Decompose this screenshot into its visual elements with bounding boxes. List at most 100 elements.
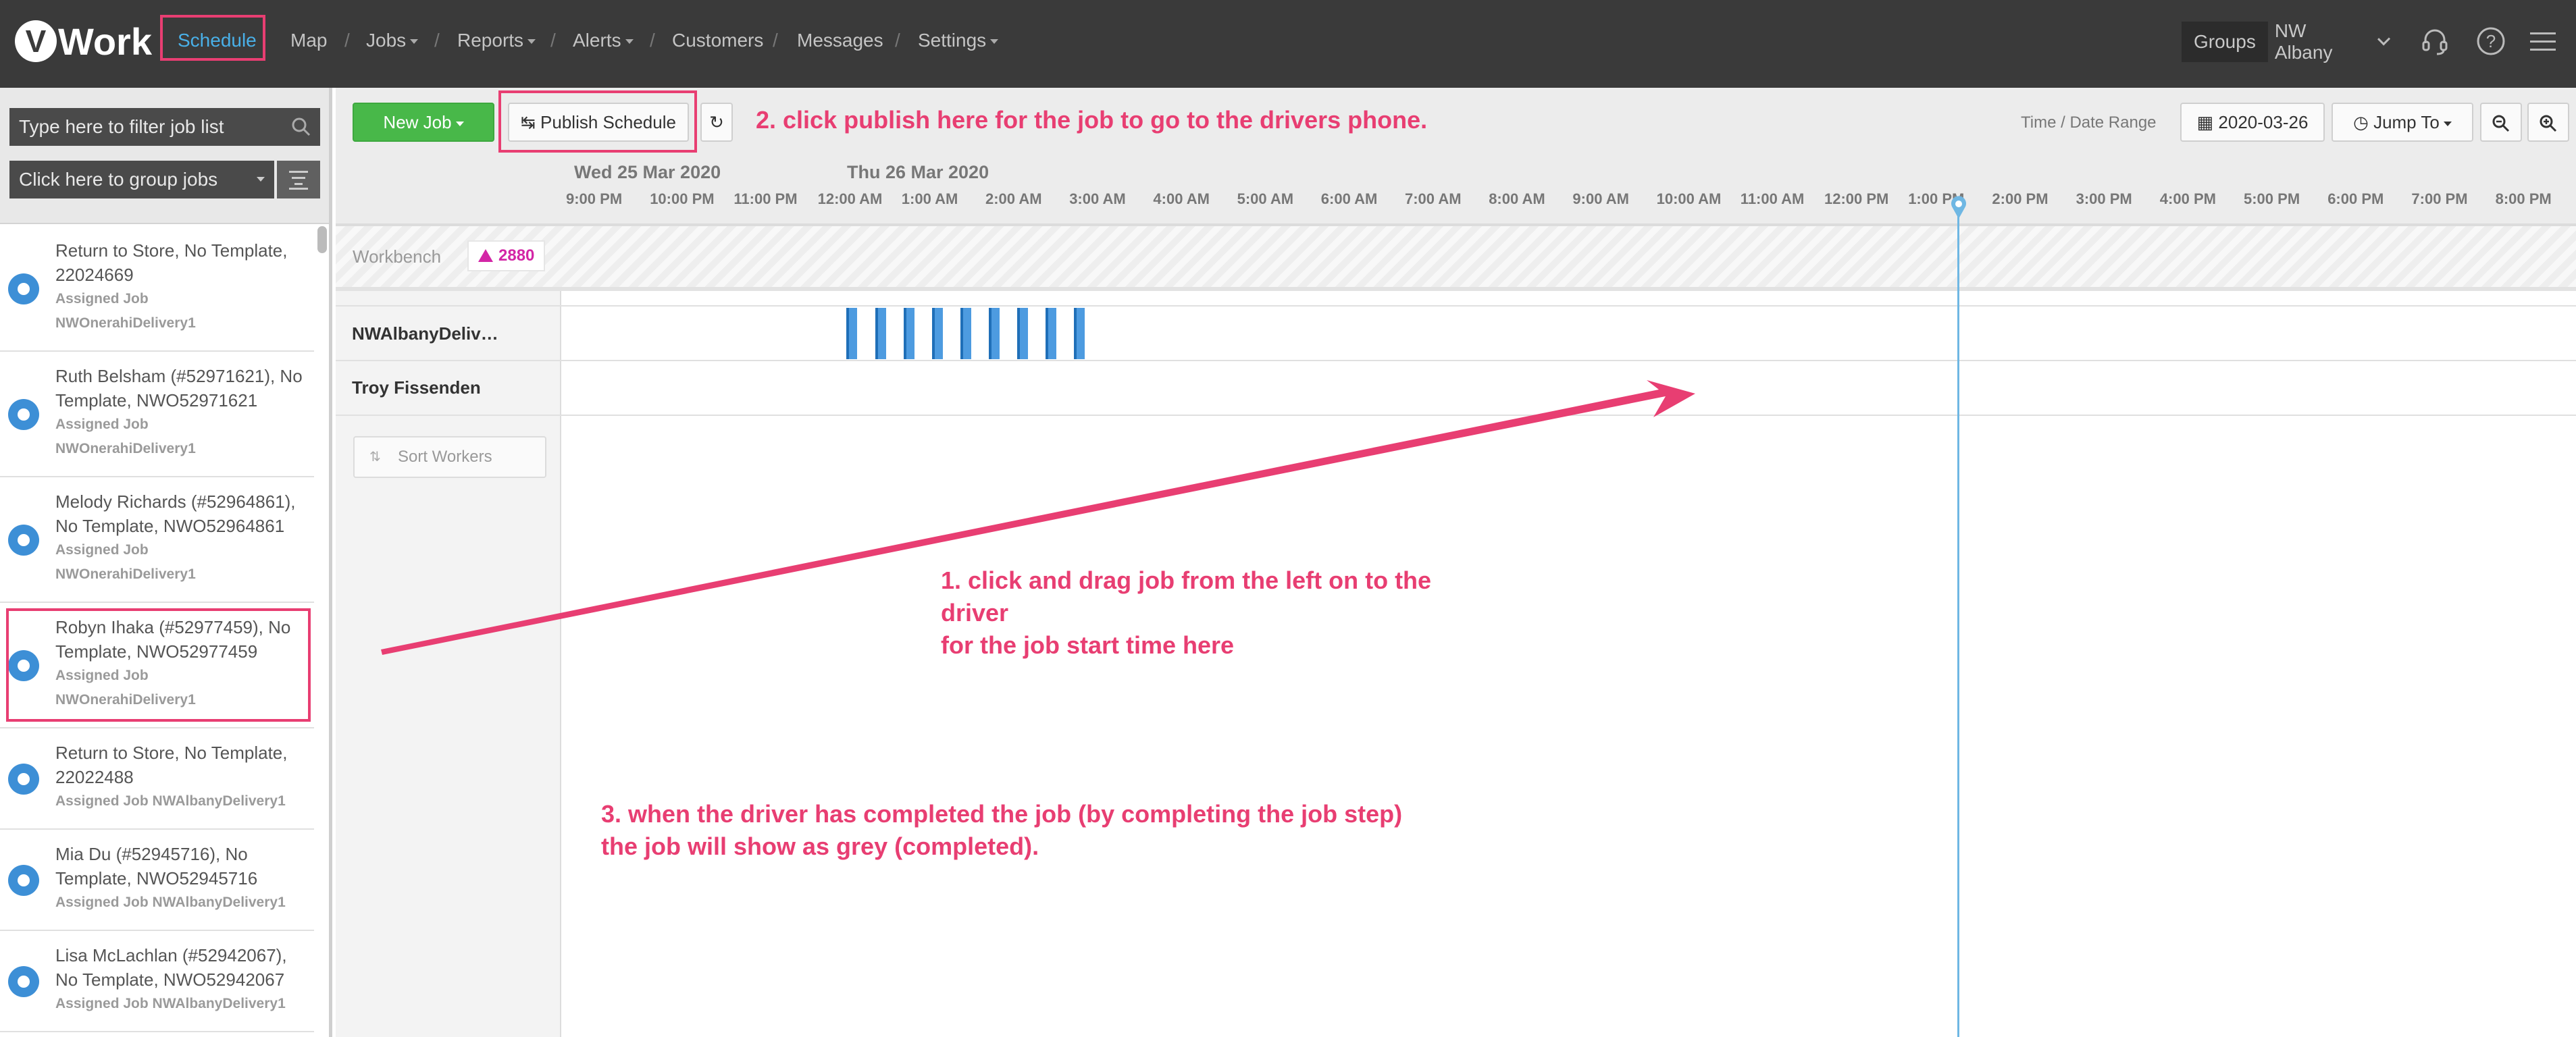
list-item[interactable]: Return to Store, No Template, 22024669 A… — [0, 226, 314, 352]
nav-messages[interactable]: Messages — [797, 27, 883, 54]
menu-icon[interactable] — [2527, 26, 2558, 57]
list-item[interactable]: Mia Du (#52945716), No Template, NWO5294… — [0, 830, 314, 931]
job-list: Return to Store, No Template, 22024669 A… — [0, 226, 314, 1032]
annotation-step-3-line-2: the job will show as grey (completed). — [601, 832, 1039, 860]
current-time-marker-icon[interactable] — [1949, 196, 1968, 220]
time-tick-label: 9:00 PM — [566, 190, 623, 207]
group-jobs-label: Click here to group jobs — [19, 169, 218, 190]
sort-icon: ⇅ — [369, 450, 381, 464]
nav-reports[interactable]: Reports — [457, 27, 536, 54]
job-filter-input[interactable]: Type here to filter job list — [9, 108, 320, 146]
date-picker-button[interactable]: ▦ 2020-03-26 — [2180, 103, 2325, 142]
calendar-icon: ▦ — [2196, 112, 2214, 132]
jump-to-button[interactable]: ◷ Jump To — [2332, 103, 2473, 142]
list-item[interactable]: Lisa McLachlan (#52942067), No Template,… — [0, 931, 314, 1032]
sidebar-scrollbar[interactable] — [317, 226, 327, 253]
worker-name[interactable]: NWAlbanyDeliv… — [352, 323, 498, 344]
schedule-job-block[interactable] — [846, 308, 857, 359]
worker-name[interactable]: Troy Fissenden — [352, 377, 481, 398]
caret-down-icon — [455, 121, 464, 126]
job-status: Assigned Job NWAlbanyDelivery1 — [55, 793, 286, 809]
annotation-step-1-line-3: for the job start time here — [941, 631, 1235, 659]
sort-workers-button[interactable]: ⇅ Sort Workers — [353, 436, 546, 478]
job-status: Assigned Job — [55, 542, 149, 558]
annotation-step-3-line-1: 3. when the driver has completed the job… — [601, 800, 1403, 828]
time-tick-label: 2:00 PM — [1992, 190, 2049, 207]
time-tick-label: 6:00 PM — [2327, 190, 2384, 207]
nav-separator: / — [650, 30, 655, 51]
job-status-icon — [8, 966, 39, 997]
schedule-job-block[interactable] — [1017, 308, 1028, 359]
time-tick-label: 2:00 AM — [985, 190, 1042, 207]
job-title: Melody Richards (#52964861), No Template… — [55, 491, 296, 536]
groups-value: NW Albany — [2274, 20, 2333, 63]
nav-customers[interactable]: Customers — [672, 27, 763, 54]
top-nav: V Work Schedule Map / Jobs / Reports / A… — [0, 0, 2576, 88]
workbench-count-badge[interactable]: 2880 — [467, 240, 546, 271]
date-value: 2020-03-26 — [2218, 112, 2309, 132]
job-sidebar: Type here to filter job list Click here … — [0, 88, 332, 1037]
group-options-button[interactable] — [277, 161, 320, 198]
refresh-button[interactable]: ↻ — [700, 103, 733, 142]
sort-workers-label: Sort Workers — [398, 448, 492, 466]
time-tick-label: 5:00 PM — [2244, 190, 2300, 207]
time-tick-label: 12:00 PM — [1824, 190, 1889, 207]
list-item[interactable]: Melody Richards (#52964861), No Template… — [0, 477, 314, 603]
nav-separator: / — [550, 30, 556, 51]
schedule-job-block[interactable] — [989, 308, 1000, 359]
zoom-out-icon — [2492, 115, 2510, 132]
sidebar-controls: Type here to filter job list Click here … — [0, 88, 329, 224]
new-job-button[interactable]: New Job — [353, 103, 494, 142]
headset-icon[interactable] — [2419, 26, 2450, 57]
workbench-label: Workbench — [353, 246, 442, 267]
schedule-job-block[interactable] — [1046, 308, 1056, 359]
nav-alerts-label: Alerts — [573, 30, 621, 51]
annotation-step-3: 3. when the driver has completed the job… — [601, 798, 1402, 863]
logo-text: Work — [58, 20, 152, 63]
worker-column: NWAlbanyDeliv… Troy Fissenden — [336, 291, 561, 1037]
job-title: Return to Store, No Template, 22022488 — [55, 743, 288, 787]
row-divider — [336, 305, 2576, 307]
nav-separator: / — [895, 30, 900, 51]
jump-to-label: Jump To — [2373, 112, 2440, 132]
group-jobs-select[interactable]: Click here to group jobs — [9, 161, 274, 198]
annotation-step-1-line-1: 1. click and drag job from the left on t… — [941, 566, 1432, 594]
schedule-job-block[interactable] — [1074, 308, 1085, 359]
search-icon — [292, 117, 311, 136]
help-icon[interactable]: ? — [2475, 26, 2506, 57]
time-tick-label: 11:00 AM — [1740, 190, 1805, 207]
workbench-row[interactable]: Workbench 2880 — [336, 226, 2576, 291]
nav-jobs[interactable]: Jobs — [366, 27, 419, 54]
vwork-logo[interactable]: V Work — [15, 18, 152, 65]
job-status: Assigned Job NWAlbanyDelivery1 — [55, 996, 286, 1011]
nav-separator: / — [434, 30, 440, 51]
time-tick-label: 4:00 PM — [2159, 190, 2216, 207]
job-assignee: NWOnerahiDelivery1 — [55, 441, 196, 456]
annotation-step-2: 2. click publish here for the job to go … — [756, 106, 1428, 134]
zoom-in-button[interactable] — [2527, 103, 2569, 142]
schedule-job-block[interactable] — [875, 308, 886, 359]
time-tick-label: 1:00 AM — [901, 190, 958, 207]
schedule-job-block[interactable] — [932, 308, 943, 359]
clock-icon: ◷ — [2353, 112, 2369, 132]
list-item[interactable]: Robyn Ihaka (#52977459), No Template, NW… — [0, 603, 314, 728]
groups-selector[interactable]: Groups NW Albany — [2182, 20, 2391, 63]
list-item[interactable]: Return to Store, No Template, 22022488 A… — [0, 728, 314, 830]
time-tick-label: 10:00 PM — [650, 190, 715, 207]
job-title: Return to Store, No Template, 22024669 — [55, 240, 288, 285]
schedule-job-block[interactable] — [904, 308, 915, 359]
nav-map[interactable]: Map — [290, 27, 327, 54]
schedule-job-block[interactable] — [960, 308, 971, 359]
job-assignee: NWOnerahiDelivery1 — [55, 315, 196, 331]
day-label-thu: Thu 26 Mar 2020 — [847, 162, 989, 182]
zoom-out-button[interactable] — [2480, 103, 2522, 142]
schedule-highlight-box — [160, 15, 265, 61]
time-tick-label: 9:00 AM — [1572, 190, 1629, 207]
nav-alerts[interactable]: Alerts — [573, 27, 634, 54]
nav-settings[interactable]: Settings — [918, 27, 999, 54]
caret-down-icon — [257, 177, 265, 182]
job-status-icon — [8, 865, 39, 896]
time-tick-label: 8:00 PM — [2495, 190, 2552, 207]
list-item[interactable]: Ruth Belsham (#52971621), No Template, N… — [0, 352, 314, 477]
row-divider — [336, 360, 2576, 361]
